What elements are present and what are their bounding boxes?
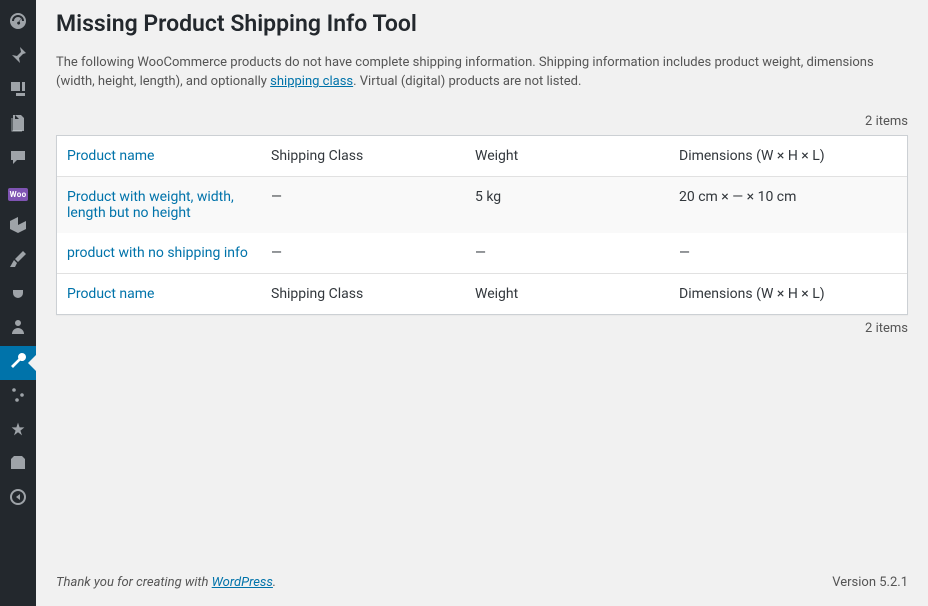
col-product-name-foot[interactable]: Product name <box>57 273 261 314</box>
sidebar-item-settings[interactable] <box>0 380 36 414</box>
media-icon <box>8 79 28 103</box>
sidebar-item-media[interactable] <box>0 74 36 108</box>
box-icon <box>8 215 28 239</box>
collapse-icon <box>8 487 28 511</box>
user-icon <box>8 317 28 341</box>
dashboard-icon <box>8 11 28 35</box>
wallet-icon <box>8 453 28 477</box>
sidebar-item-appearance[interactable] <box>0 244 36 278</box>
col-dimensions-foot: Dimensions (W × H × L) <box>669 273 907 314</box>
sidebar-item-woocommerce[interactable]: Woo <box>0 176 36 210</box>
sidebar-item-users[interactable] <box>0 312 36 346</box>
product-link[interactable]: Product with weight, width, length but n… <box>67 189 234 221</box>
col-weight-foot: Weight <box>465 273 669 314</box>
col-dimensions: Dimensions (W × H × L) <box>669 136 907 177</box>
admin-footer: Thank you for creating with WordPress. V… <box>56 557 908 606</box>
sidebar-item-comments[interactable] <box>0 142 36 176</box>
sidebar-item-pages[interactable] <box>0 108 36 142</box>
col-product-name[interactable]: Product name <box>57 136 261 177</box>
shipping-class-link[interactable]: shipping class <box>270 74 353 89</box>
sidebar-item-dashboard[interactable] <box>0 6 36 40</box>
wordpress-link[interactable]: WordPress <box>212 575 273 590</box>
table-row: Product with weight, width, length but n… <box>57 177 907 233</box>
products-table: Product name Shipping Class Weight Dimen… <box>56 135 908 315</box>
cell-weight: — <box>465 233 669 273</box>
footer-version: Version 5.2.1 <box>832 575 908 590</box>
admin-sidebar: Woo <box>0 0 36 606</box>
tablenav-top: 2 items <box>56 108 908 135</box>
cell-dimensions: — <box>669 233 907 273</box>
sidebar-item-seo[interactable] <box>0 414 36 448</box>
cell-shipping-class: — <box>261 177 465 233</box>
main-content: Missing Product Shipping Info Tool The f… <box>36 0 928 606</box>
sidebar-item-misc[interactable] <box>0 448 36 482</box>
col-shipping-class: Shipping Class <box>261 136 465 177</box>
intro-part-2: . Virtual (digital) products are not lis… <box>353 74 581 89</box>
sliders-icon <box>8 385 28 409</box>
footer-thank: Thank you for creating with WordPress. <box>56 575 276 590</box>
cell-shipping-class: — <box>261 233 465 273</box>
product-link[interactable]: product with no shipping info <box>67 245 248 261</box>
intro-text: The following WooCommerce products do no… <box>56 53 908 92</box>
sidebar-item-posts[interactable] <box>0 40 36 74</box>
brush-icon <box>8 249 28 273</box>
pin-icon <box>8 45 28 69</box>
seo-icon <box>8 419 28 443</box>
tablenav-bottom: 2 items <box>56 315 908 342</box>
item-count-top: 2 items <box>865 114 908 129</box>
table-row: product with no shipping info — — — <box>57 233 907 273</box>
woocommerce-icon: Woo <box>8 186 29 201</box>
item-count-bottom: 2 items <box>865 321 908 336</box>
col-weight: Weight <box>465 136 669 177</box>
sidebar-item-products[interactable] <box>0 210 36 244</box>
wrench-icon <box>8 351 28 375</box>
sidebar-item-tools[interactable] <box>0 346 36 380</box>
page-title: Missing Product Shipping Info Tool <box>56 0 908 43</box>
sidebar-item-collapse[interactable] <box>0 482 36 516</box>
comment-icon <box>8 147 28 171</box>
sidebar-item-plugins[interactable] <box>0 278 36 312</box>
plug-icon <box>8 283 28 307</box>
cell-dimensions: 20 cm × — × 10 cm <box>669 177 907 233</box>
col-shipping-class-foot: Shipping Class <box>261 273 465 314</box>
cell-weight: 5 kg <box>465 177 669 233</box>
pages-icon <box>8 113 28 137</box>
